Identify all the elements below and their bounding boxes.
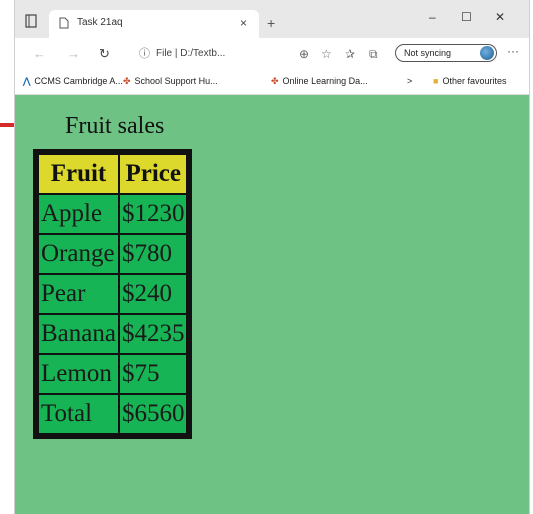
address-field[interactable]: ⓘ File | D:/Textb... <box>139 44 279 62</box>
price-cell: $6560 <box>118 394 188 434</box>
fruit-cell: Lemon <box>38 354 119 394</box>
sync-button[interactable]: Not syncing <box>395 44 497 62</box>
tab-strip: Task 21aq × + – ☐ ✕ <box>15 0 529 38</box>
fruit-cell: Pear <box>38 274 119 314</box>
sync-label: Not syncing <box>404 48 452 58</box>
new-tab-button[interactable]: + <box>267 15 275 31</box>
price-cell: $240 <box>118 274 188 314</box>
fruit-cell: Orange <box>38 234 119 274</box>
favourites-overflow-button[interactable]: > <box>407 76 412 86</box>
tab-title: Task 21aq <box>77 17 123 28</box>
page-icon <box>59 17 69 29</box>
header-fruit: Fruit <box>38 154 119 194</box>
favourite-item-ccms[interactable]: ⋀ CCMS Cambridge A... <box>23 76 123 87</box>
fruit-cell: Total <box>38 394 119 434</box>
price-cell: $780 <box>118 234 188 274</box>
page-heading: Fruit sales <box>65 113 165 139</box>
other-favourites-folder[interactable]: ■ Other favourites <box>433 76 506 86</box>
folder-icon: ■ <box>433 76 439 86</box>
cambridge-icon: ⋀ <box>23 76 31 86</box>
table-row: Pear $240 <box>38 274 188 314</box>
table-row: Banana $4235 <box>38 314 188 354</box>
back-icon[interactable]: ← <box>33 46 46 61</box>
puzzle-icon: ✤ <box>271 76 279 86</box>
table-header-row: Fruit Price <box>38 154 188 194</box>
minimize-button[interactable]: – <box>429 10 436 24</box>
profile-avatar <box>480 46 494 60</box>
price-cell: $1230 <box>118 194 188 234</box>
close-window-button[interactable]: ✕ <box>495 10 505 24</box>
browser-window: Task 21aq × + – ☐ ✕ ← → ↻ ⓘ File | D:/Te… <box>14 0 530 514</box>
favourites-list-icon[interactable]: ✰ <box>345 47 355 61</box>
favourite-star-icon[interactable]: ☆ <box>321 47 332 61</box>
tab-actions-icon[interactable] <box>25 14 37 28</box>
reload-icon[interactable]: ↻ <box>99 46 110 62</box>
price-cell: $75 <box>118 354 188 394</box>
price-cell: $4235 <box>118 314 188 354</box>
favourite-item-online-learning[interactable]: ✤ Online Learning Da... <box>271 76 368 87</box>
fruit-sales-table: Fruit Price Apple $1230 Orange $780 Pear… <box>33 149 193 439</box>
favourites-bar: ⋀ CCMS Cambridge A... ✤ School Support Hu.… <box>15 68 529 95</box>
collections-icon[interactable]: ⧉ <box>369 47 378 62</box>
more-menu-button[interactable]: ··· <box>507 44 519 58</box>
maximize-button[interactable]: ☐ <box>461 10 472 24</box>
table-row: Lemon $75 <box>38 354 188 394</box>
favourite-item-school-support[interactable]: ✤ School Support Hu... <box>123 76 218 87</box>
forward-icon[interactable]: → <box>67 46 80 61</box>
tab-close-icon[interactable]: × <box>240 16 247 30</box>
address-bar: ← → ↻ ⓘ File | D:/Textb... ⊕ ☆ ✰ ⧉ Not s… <box>15 38 529 68</box>
fruit-cell: Apple <box>38 194 119 234</box>
header-price: Price <box>118 154 188 194</box>
tab-task-21aq[interactable]: Task 21aq × <box>49 10 259 38</box>
table-row: Orange $780 <box>38 234 188 274</box>
info-icon: ⓘ <box>139 48 150 60</box>
address-text: File | D:/Textb... <box>156 47 226 59</box>
page-content: Fruit sales Fruit Price Apple $1230 Oran… <box>15 95 529 514</box>
puzzle-icon: ✤ <box>123 76 131 86</box>
table-row-total: Total $6560 <box>38 394 188 434</box>
zoom-icon[interactable]: ⊕ <box>299 47 309 61</box>
table-row: Apple $1230 <box>38 194 188 234</box>
fruit-cell: Banana <box>38 314 119 354</box>
